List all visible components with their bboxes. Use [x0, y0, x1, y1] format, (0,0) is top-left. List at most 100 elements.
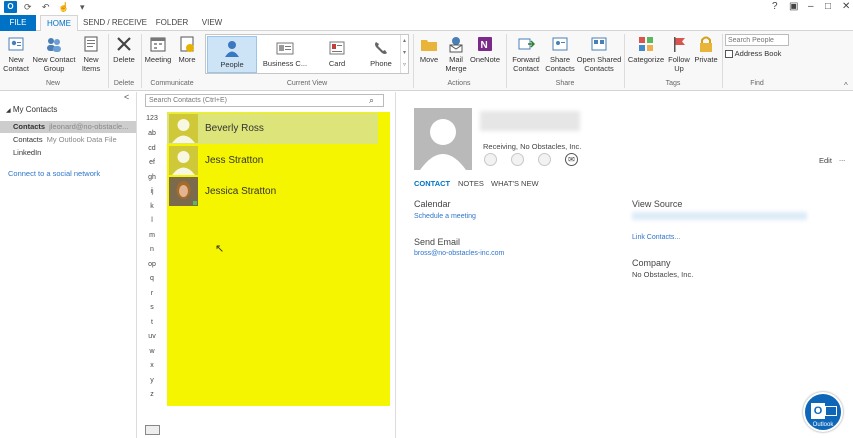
view-people[interactable]: People [207, 36, 257, 73]
call-icon[interactable] [511, 153, 524, 166]
more-options-button[interactable]: ... [839, 154, 845, 163]
schedule-meeting-link[interactable]: Schedule a meeting [414, 213, 476, 220]
outlook-label: Outlook [812, 422, 834, 428]
new-items-button[interactable]: New Items [78, 35, 104, 73]
contact-large-photo [414, 108, 472, 170]
tab-folder[interactable]: FOLDER [152, 15, 192, 31]
view-source-heading: View Source [632, 199, 683, 209]
alpha-index-z[interactable]: z [144, 391, 160, 398]
tab-view[interactable]: VIEW [196, 15, 228, 31]
undo-icon[interactable]: ↶ [42, 2, 50, 13]
alpha-index-123[interactable]: 123 [144, 115, 160, 122]
alpha-index-q[interactable]: q [144, 275, 160, 282]
collapse-nav-button[interactable]: < [124, 92, 129, 102]
follow-up-button[interactable]: Follow Up [666, 35, 692, 73]
tab-whats-new[interactable]: WHAT'S NEW [491, 179, 539, 188]
help-button[interactable]: ? [772, 1, 778, 12]
tab-send-receive[interactable]: SEND / RECEIVE [82, 15, 148, 31]
search-contacts-input[interactable] [145, 94, 384, 107]
alpha-index-y[interactable]: y [144, 377, 160, 384]
contact-row[interactable]: Jessica Stratton [167, 176, 378, 207]
outlook-window: O ⟳ ↶ ☝ ▾ ? ▣ – □ ✕ FILE HOME SEND / REC… [0, 0, 853, 438]
nav-item-label: Contacts [13, 122, 46, 131]
search-people-input[interactable] [725, 34, 789, 46]
open-shared-contacts-button[interactable]: Open Shared Contacts [576, 35, 622, 73]
mail-merge-button[interactable]: Mail Merge [443, 35, 469, 73]
email-address-link[interactable]: bross@no-obstacles-inc.com [414, 250, 504, 257]
delete-button[interactable]: Delete [111, 35, 137, 64]
customize-quick-access-icon[interactable]: ▾ [80, 2, 85, 13]
alpha-index-ij[interactable]: ij [144, 188, 160, 195]
gallery-scroll[interactable]: ▴ ▾ ▿ [400, 35, 408, 73]
alpha-index-m[interactable]: m [144, 232, 160, 239]
alpha-index-l[interactable]: l [144, 217, 160, 224]
my-contacts-header[interactable]: ◢ My Contacts [6, 105, 57, 114]
alpha-index-n[interactable]: n [144, 246, 160, 253]
move-button[interactable]: Move [416, 35, 442, 64]
contact-company-line: Receiving, No Obstacles, Inc. [483, 142, 582, 151]
meeting-button[interactable]: Meeting [143, 35, 173, 64]
company-value: No Obstacles, Inc. [632, 270, 694, 279]
alpha-index-cd[interactable]: cd [144, 145, 160, 152]
alpha-index-gh[interactable]: gh [144, 174, 160, 181]
video-icon[interactable] [538, 153, 551, 166]
new-contact-group-button[interactable]: New Contact Group [32, 35, 76, 73]
address-book-button[interactable]: Address Book [725, 49, 795, 59]
tab-home[interactable]: HOME [40, 15, 78, 32]
view-business-card[interactable]: Business C... [258, 36, 312, 73]
tab-notes[interactable]: NOTES [458, 179, 484, 188]
onenote-button[interactable]: N OneNote [470, 35, 500, 64]
alpha-index-s[interactable]: s [144, 304, 160, 311]
alpha-index-ef[interactable]: ef [144, 159, 160, 166]
alpha-index-w[interactable]: w [144, 348, 160, 355]
view-card[interactable]: Card [312, 36, 362, 73]
forward-contact-button[interactable]: Forward Contact [508, 35, 544, 73]
send-receive-icon[interactable]: ⟳ [24, 2, 32, 13]
search-icon[interactable]: ⌕ [369, 95, 374, 106]
new-items-label: New Items [81, 55, 101, 73]
alpha-index-k[interactable]: k [144, 203, 160, 210]
edit-button[interactable]: Edit [819, 156, 832, 165]
alpha-index-t[interactable]: t [144, 319, 160, 326]
group-label-new: New [45, 80, 60, 87]
email-icon[interactable]: ✉ [565, 153, 578, 166]
alpha-index-r[interactable]: r [144, 290, 160, 297]
contact-avatar [169, 146, 198, 175]
touch-mode-icon[interactable]: ☝ [58, 2, 69, 13]
view-phone[interactable]: Phone [356, 36, 406, 73]
nav-item-contacts-exchange[interactable]: Contacts jleonard@no-obstacle... [0, 121, 136, 133]
contact-row[interactable]: Jess Stratton [167, 145, 378, 176]
close-button[interactable]: ✕ [842, 1, 850, 12]
new-contact-button[interactable]: New Contact [2, 35, 30, 73]
categorize-button[interactable]: Categorize [627, 35, 665, 64]
alpha-index-ab[interactable]: ab [144, 130, 160, 137]
ribbon-display-button[interactable]: ▣ [789, 1, 798, 12]
tab-contact[interactable]: CONTACT [414, 179, 450, 188]
new-items-icon [84, 36, 98, 52]
link-contacts-link[interactable]: Link Contacts... [632, 234, 680, 241]
nav-item-contacts-outlook[interactable]: Contacts My Outlook Data File [0, 134, 136, 146]
maximize-button[interactable]: □ [825, 1, 831, 12]
tab-file[interactable]: FILE [0, 15, 36, 31]
im-icon[interactable] [484, 153, 497, 166]
folder-move-icon [421, 40, 437, 51]
people-view-toggle-icon[interactable] [145, 425, 160, 435]
person-photo-icon [169, 177, 198, 206]
my-contacts-label: My Contacts [12, 105, 58, 114]
connect-social-network-link[interactable]: Connect to a social network [8, 169, 100, 178]
alpha-index-x[interactable]: x [144, 362, 160, 369]
alpha-index-op[interactable]: op [144, 261, 160, 268]
more-button[interactable]: More [175, 35, 199, 64]
alpha-index-uv[interactable]: uv [144, 333, 160, 340]
collapse-ribbon-icon[interactable]: ^ [844, 81, 848, 90]
nav-item-linkedin[interactable]: LinkedIn [0, 147, 136, 159]
private-button[interactable]: Private [693, 35, 719, 64]
meeting-label: Meeting [144, 55, 172, 64]
flag-icon [674, 37, 685, 52]
share-contacts-button[interactable]: Share Contacts [545, 35, 575, 73]
contact-row[interactable]: Beverly Ross [167, 113, 378, 144]
minimize-button[interactable]: – [808, 1, 814, 12]
more-communicate-icon [180, 36, 194, 52]
outlook-app-icon: O [4, 1, 17, 13]
group-label-delete: Delete [113, 80, 135, 87]
